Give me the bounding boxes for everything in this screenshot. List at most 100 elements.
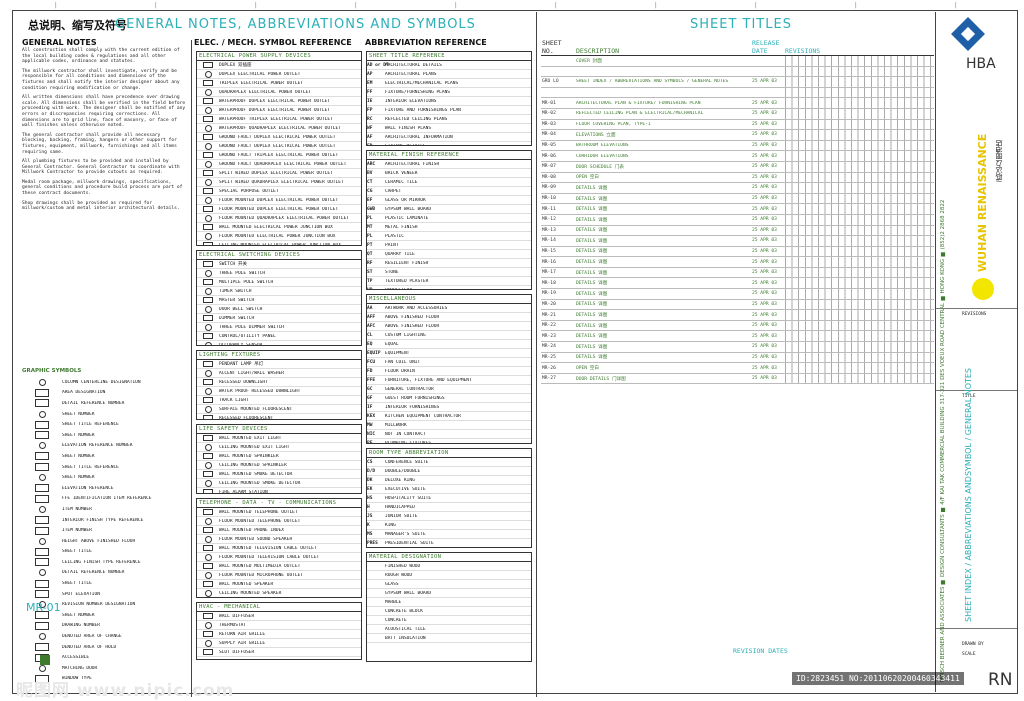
symbol-row: SHEET TITLE REFERENCE xyxy=(22,462,187,473)
list-item: SLOT DIFFUSER xyxy=(197,648,361,657)
sheet-number: RN xyxy=(988,670,1013,690)
abbrev-meaning: BRICK VENEER xyxy=(385,170,418,176)
abbrev-meaning: RESILIENT FINISH xyxy=(385,260,429,266)
revision-columns xyxy=(785,225,934,236)
list-item: DOOR BELL SWITCH xyxy=(197,305,361,314)
sheet-number-cell: MR-01 xyxy=(542,100,556,106)
watermark-id: ID:2823451 NO:20110620200460343411 xyxy=(792,672,964,685)
symbol-row: SHEET NUMBER xyxy=(22,409,187,420)
note-paragraph: All written dimensions shall have preced… xyxy=(22,95,186,129)
outlet-symbol-icon xyxy=(197,106,219,114)
outlet-symbol-icon xyxy=(197,589,219,597)
outlet-symbol-icon xyxy=(197,261,219,267)
revision-columns xyxy=(785,278,934,289)
table-row: MR-19 DETAILS 详图 25 APR 03 xyxy=(541,289,934,300)
symbol-glyph-icon xyxy=(22,621,62,630)
revision-columns xyxy=(785,246,934,257)
symbol-row: SHEET TITLE xyxy=(22,578,187,589)
sheet-number-cell: MR-07 xyxy=(542,164,556,170)
table-row: MR-02 REFLECTED CEILING PLAN & ELECTRICAL… xyxy=(541,108,934,120)
list-item: CEILING MOUNTED SMOKE DETECTOR xyxy=(197,479,361,488)
item-label: DUPLEX 双插座 xyxy=(219,63,252,68)
abbrev-code: AP xyxy=(367,71,373,77)
left-divider xyxy=(191,40,192,697)
item-label: WALL MOUNTED EXIT LIGHT xyxy=(219,435,282,441)
elec-panel: ELECTRICAL SWITCHING DEVICES SWITCH 开关 THR… xyxy=(196,250,362,346)
symbol-row: DETAIL REFERENCE NUMBER xyxy=(22,398,187,409)
abbrev-meaning: GLASS OR MIRROR xyxy=(385,197,426,203)
item-label: OCCUPANCY SENSOR xyxy=(219,342,263,346)
abbrev-panel: MISCELLANEOUS AA ARTWORK AND ACCESSORIES AF… xyxy=(366,294,532,444)
list-item: WALL MOUNTED PHONE INDEX xyxy=(197,526,361,535)
general-notes-title: GENERAL NOTES xyxy=(22,38,97,47)
sheet-number-cell: MR-23 xyxy=(542,333,556,339)
description-cell: DETAILS 详图 xyxy=(576,207,608,213)
symbol-shape xyxy=(203,581,213,587)
abbrev-code: PRES xyxy=(367,540,378,546)
list-item: WATERPROOF TRIPLEX ELECTRICAL POWER OUTL… xyxy=(197,115,361,124)
list-item: GROUND FAULT TRIPLEX ELECTRICAL POWER OU… xyxy=(197,151,361,160)
abbrev-meaning: ARCHITECTURAL PLANS xyxy=(385,71,437,77)
item-label: SWITCH 开关 xyxy=(219,262,247,267)
list-item: ACCENT LIGHT/WALL WASHER xyxy=(197,369,361,378)
note-paragraph: Shop drawings shall be provided as requi… xyxy=(22,200,180,212)
symbol-shape xyxy=(203,279,213,285)
symbol-shape xyxy=(203,397,213,403)
abbrev-code: UP xyxy=(367,287,373,290)
project-name: WUHAN RENAISSANCE xyxy=(976,133,989,272)
scale-label: SCALE xyxy=(962,652,976,657)
revision-columns xyxy=(785,119,934,130)
abbrev-meaning: HANDICAPPED xyxy=(385,504,415,510)
release-date-cell: 25 APR 03 xyxy=(752,323,777,329)
description-cell: OPEN 空白 xyxy=(576,366,600,372)
abbrev-meaning: CERAMIC TILE xyxy=(385,179,418,185)
abbrev-meaning: ACOUSTICAL TILE xyxy=(385,626,426,632)
ruler-tick: | xyxy=(854,2,858,9)
list-item: EQUIP EQUIPMENT xyxy=(367,349,531,358)
sheet-number-cell: MR-21 xyxy=(542,312,556,318)
table-row: MR-01 ARCHITECTURAL PLAN & FIXTURE/ FURNI… xyxy=(541,98,934,109)
ruler-tick: | xyxy=(554,2,558,9)
symbol-label: SHEET NUMBER xyxy=(62,453,95,459)
list-item: GC GENERAL CONTRACTOR xyxy=(367,385,531,394)
list-item: JS JUNIOR SUITE xyxy=(367,512,531,521)
abbrev-code: PT xyxy=(367,242,373,248)
symbol-shape xyxy=(204,387,212,395)
symbol-shape xyxy=(204,232,212,240)
revision-columns xyxy=(785,193,934,204)
symbol-glyph-icon xyxy=(22,474,62,482)
elec-mech-title: ELEC. / MECH. SYMBOL REFERENCE xyxy=(194,38,352,47)
list-item: BATT INSULATION xyxy=(367,634,531,643)
item-label: FIRE ALARM STATION xyxy=(219,489,268,494)
symbol-row: SHEET TITLE xyxy=(22,547,187,558)
outlet-symbol-icon xyxy=(197,517,219,525)
revision-columns xyxy=(785,77,934,87)
list-item: DK DELUXE KING xyxy=(367,476,531,485)
symbol-shape xyxy=(38,633,46,641)
list-item: DUPLEX 双插座 xyxy=(197,61,361,70)
watermark: 昵图网 www.nipic.com xyxy=(16,681,235,701)
item-label: FLOOR MOUNTED ELECTRICAL POWER JUNCTION … xyxy=(219,233,336,239)
col-description: DESCRIPTION xyxy=(576,47,620,55)
item-label: WATERPROOF DUPLEX ELECTRICAL POWER OUTLE… xyxy=(219,107,331,113)
outlet-symbol-icon xyxy=(197,471,219,477)
abbrev-meaning: GYPSUM WALL BOARD xyxy=(385,206,432,212)
abbrev-panel: MATERIAL DESIGNATION FINISHED WOOD ROUGH W… xyxy=(366,552,532,662)
symbol-glyph-icon xyxy=(22,399,62,408)
list-item: FD FLOOR DRAIN xyxy=(367,367,531,376)
release-date-cell: 25 APR 03 xyxy=(752,79,777,85)
abbrev-code: KEX xyxy=(367,413,376,419)
abbrev-meaning: PLUMBING FIXTURES xyxy=(385,440,432,444)
item-label: WALL MOUNTED SPRINKLER xyxy=(219,453,279,459)
symbol-shape xyxy=(204,553,212,561)
abbrev-code: CS xyxy=(367,459,373,465)
outlet-symbol-icon xyxy=(197,453,219,459)
elec-panel: LIGHTING FIXTURES PENDANT LAMP 吊灯 ACCENT L… xyxy=(196,350,362,420)
sheet-number-cell: MR-18 xyxy=(542,280,556,286)
revisions-label: REVISIONS xyxy=(962,312,987,317)
symbol-label: ITEM NUMBER xyxy=(62,506,92,512)
symbol-shape xyxy=(204,323,212,331)
item-label: QUADRAPLEX ELECTRICAL POWER OUTLET xyxy=(219,89,312,95)
description-cell: DOOR SCHEDULE 门表 xyxy=(576,164,624,170)
symbol-shape xyxy=(204,461,212,469)
